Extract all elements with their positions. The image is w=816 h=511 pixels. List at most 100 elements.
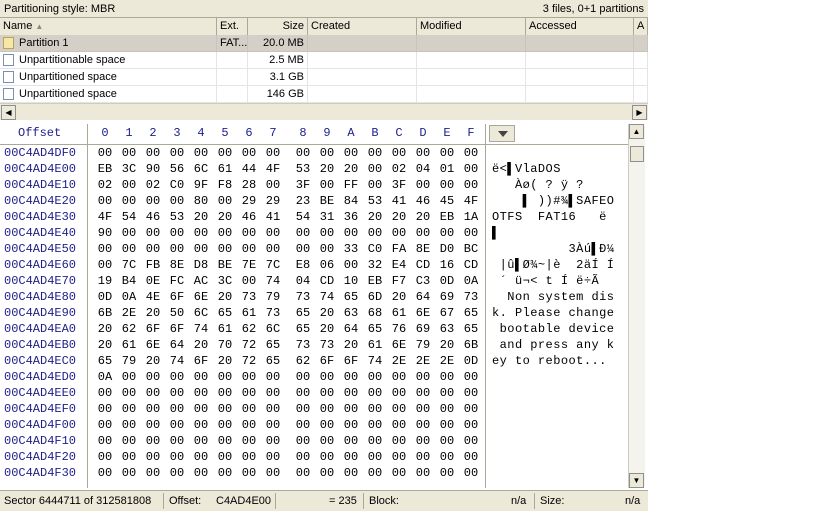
hex-byte[interactable]: 6E	[414, 306, 432, 320]
file-list-row[interactable]: Unpartitioned space 146 GB	[0, 86, 648, 103]
hex-byte[interactable]: 00	[192, 242, 210, 256]
hex-byte[interactable]: 00	[414, 466, 432, 480]
hex-byte[interactable]: 00	[462, 466, 480, 480]
hex-byte[interactable]: BE	[216, 258, 234, 272]
hex-byte[interactable]: 73	[294, 290, 312, 304]
hex-byte[interactable]: 56	[168, 162, 186, 176]
hex-byte[interactable]: 9F	[192, 178, 210, 192]
hex-byte[interactable]: 00	[144, 466, 162, 480]
hex-byte[interactable]: 00	[438, 178, 456, 192]
hex-byte[interactable]: 00	[390, 418, 408, 432]
hex-byte[interactable]: 00	[264, 450, 282, 464]
hex-byte[interactable]: 73	[264, 306, 282, 320]
hex-byte[interactable]: 00	[462, 146, 480, 160]
hex-byte[interactable]: 69	[414, 322, 432, 336]
hex-byte[interactable]: 20	[318, 162, 336, 176]
hex-byte[interactable]: 65	[462, 306, 480, 320]
hex-byte[interactable]: 00	[144, 146, 162, 160]
hex-byte[interactable]: 00	[366, 418, 384, 432]
column-header-modified[interactable]: Modified	[417, 18, 526, 35]
hex-byte[interactable]: 50	[168, 306, 186, 320]
column-header-created[interactable]: Created	[308, 18, 417, 35]
hex-byte[interactable]: 00	[366, 402, 384, 416]
hex-byte[interactable]: 4F	[96, 210, 114, 224]
hex-byte[interactable]: 00	[120, 402, 138, 416]
hex-byte[interactable]: BC	[462, 242, 480, 256]
hex-byte[interactable]: 20	[318, 322, 336, 336]
hex-byte[interactable]: 00	[96, 258, 114, 272]
hex-byte[interactable]: 00	[240, 466, 258, 480]
hex-byte[interactable]: 00	[168, 370, 186, 384]
hex-byte[interactable]: 00	[438, 386, 456, 400]
hex-byte[interactable]: BE	[318, 194, 336, 208]
text-column[interactable]: Non system dis	[492, 290, 614, 304]
hex-byte[interactable]: 73	[462, 290, 480, 304]
hex-byte[interactable]: 00	[342, 450, 360, 464]
hex-byte[interactable]: 00	[144, 194, 162, 208]
hex-byte[interactable]: 2E	[120, 306, 138, 320]
hex-byte[interactable]: 00	[264, 242, 282, 256]
hex-byte[interactable]: 00	[390, 434, 408, 448]
hex-byte[interactable]: 00	[414, 370, 432, 384]
hex-row[interactable]: 00C4AD4EC0 65 79 20 74 6F 20 72 65 62 6F 6F 74 2E 2E 2E…	[0, 353, 628, 369]
hex-byte[interactable]: 20	[342, 162, 360, 176]
hex-byte[interactable]: 3F	[390, 178, 408, 192]
hex-byte[interactable]: 4E	[144, 290, 162, 304]
column-header-ext[interactable]: Ext.	[217, 18, 248, 35]
hex-byte[interactable]: 00	[264, 434, 282, 448]
hex-byte[interactable]: 46	[144, 210, 162, 224]
hex-byte[interactable]: 65	[264, 354, 282, 368]
hex-byte[interactable]: 00	[294, 146, 312, 160]
file-list-row[interactable]: Partition 1 FAT... 20.0 MB	[0, 35, 648, 52]
hex-byte[interactable]: 00	[318, 226, 336, 240]
hex-byte[interactable]: 65	[294, 306, 312, 320]
hex-byte[interactable]: 00	[414, 226, 432, 240]
hex-byte[interactable]: 00	[96, 146, 114, 160]
hex-byte[interactable]: 64	[168, 338, 186, 352]
hex-byte[interactable]: 00	[216, 242, 234, 256]
text-column[interactable]: ▌ ))#¾▌SAFEO	[492, 194, 614, 208]
hex-byte[interactable]: 6B	[96, 306, 114, 320]
hex-row[interactable]: 00C4AD4E40 90 00 00 00 00 00 00 00 00 00 00 00 00 00 00…	[0, 225, 628, 241]
hex-byte[interactable]: 74	[318, 290, 336, 304]
hex-byte[interactable]: 20	[342, 338, 360, 352]
hex-byte[interactable]: 0A	[462, 274, 480, 288]
hex-byte[interactable]: 00	[294, 386, 312, 400]
hex-byte[interactable]: 00	[438, 434, 456, 448]
hex-byte[interactable]: 0A	[120, 290, 138, 304]
hex-byte[interactable]: 6C	[192, 162, 210, 176]
hex-byte[interactable]: C0	[366, 242, 384, 256]
hex-byte[interactable]: 00	[438, 146, 456, 160]
hex-byte[interactable]: 41	[390, 194, 408, 208]
hex-byte[interactable]: 00	[438, 418, 456, 432]
hex-row[interactable]: 00C4AD4EA0 20 62 6F 6F 74 61 62 6C 65 20 64 65 76 69 63…	[0, 321, 628, 337]
hex-byte[interactable]: 6F	[318, 354, 336, 368]
hex-byte[interactable]: F8	[216, 178, 234, 192]
hex-byte[interactable]: 72	[240, 354, 258, 368]
hex-byte[interactable]: 00	[390, 402, 408, 416]
hex-byte[interactable]: 00	[390, 226, 408, 240]
hex-byte[interactable]: 02	[390, 162, 408, 176]
text-column[interactable]: k. Please change	[492, 306, 614, 320]
hex-byte[interactable]: 00	[96, 434, 114, 448]
text-column[interactable]: OTFS FAT16 ë	[492, 210, 607, 224]
hex-byte[interactable]: 6F	[144, 322, 162, 336]
hex-byte[interactable]: 90	[96, 226, 114, 240]
hex-byte[interactable]: 7C	[264, 258, 282, 272]
hex-byte[interactable]: 65	[342, 290, 360, 304]
hex-byte[interactable]: 61	[390, 306, 408, 320]
hex-byte[interactable]: 00	[366, 178, 384, 192]
hex-byte[interactable]: 0D	[438, 274, 456, 288]
hex-row[interactable]: 00C4AD4E70 19 B4 0E FC AC 3C 00 74 04 CD 10 EB F7 C3 0D…	[0, 273, 628, 289]
hex-byte[interactable]: 00	[144, 450, 162, 464]
hex-byte[interactable]: 00	[342, 386, 360, 400]
hex-byte[interactable]: 00	[318, 418, 336, 432]
hex-byte[interactable]: 00	[366, 386, 384, 400]
hex-byte[interactable]: 16	[438, 258, 456, 272]
hex-byte[interactable]: 00	[462, 178, 480, 192]
hex-byte[interactable]: 63	[342, 306, 360, 320]
hex-row[interactable]: 00C4AD4E80 0D 0A 4E 6F 6E 20 73 79 73 74 65 6D 20 64 69…	[0, 289, 628, 305]
hex-row[interactable]: 00C4AD4F10 00 00 00 00 00 00 00 00 00 00 00 00 00 00 00…	[0, 433, 628, 449]
hex-byte[interactable]: 00	[168, 450, 186, 464]
hex-byte[interactable]: 00	[294, 370, 312, 384]
